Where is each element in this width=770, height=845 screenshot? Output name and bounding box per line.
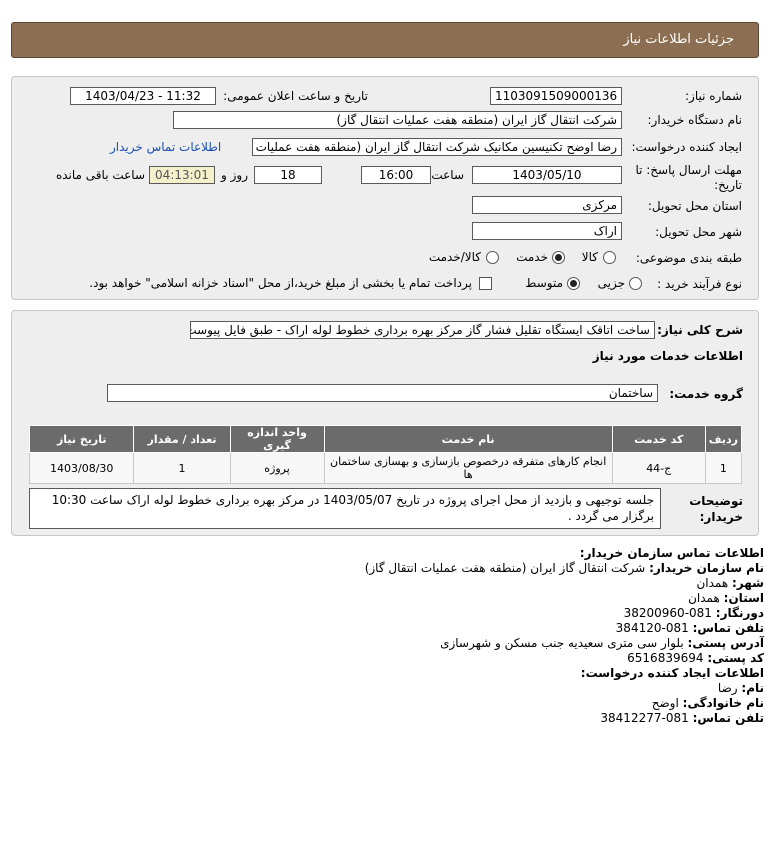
col-qty: تعداد / مقدار — [133, 425, 231, 453]
category-service-label: خدمت — [516, 250, 548, 264]
contact-address: آدرس پستی: بلوار سی متری سعیدیه جنب مسکن… — [440, 636, 764, 650]
days-and-label: روز و — [221, 168, 248, 182]
deadline-time-field[interactable]: 16:00 — [361, 166, 431, 184]
contact-province: استان: همدان — [688, 591, 764, 605]
col-row: ردیف — [704, 425, 743, 453]
deadline-date-field[interactable]: 1403/05/10 — [472, 166, 622, 184]
category-radio-goods[interactable] — [603, 251, 616, 264]
buyer-org-field[interactable]: شرکت انتقال گاز ایران (منطقه هفت عملیات … — [173, 111, 622, 129]
category-goods-service-label: کالا/خدمت — [428, 250, 481, 264]
deadline-time-label: ساعت — [431, 168, 464, 182]
cell-date: 1403/08/30 — [28, 452, 135, 484]
contact-phone: تلفن تماس: 081-384120 — [615, 621, 764, 635]
table-row[interactable]: 1 ج-44 انجام کارهای متفرقه درخصوص بازساز… — [28, 452, 743, 484]
creator-phone: تلفن تماس: 081-38412277 — [600, 711, 764, 725]
services-table: ردیف کد خدمت نام خدمت واحد اندازه گیری ت… — [28, 425, 743, 484]
need-number-field[interactable]: 1103091509000136 — [490, 87, 622, 105]
cell-unit: پروژه — [229, 452, 325, 484]
contact-buyer-name: نام سازمان خریدار: شرکت انتقال گاز ایران… — [364, 561, 764, 575]
category-radio-goods-service[interactable] — [486, 251, 499, 264]
city-field[interactable]: اراک — [472, 222, 622, 240]
category-goods-label: کالا — [581, 250, 598, 264]
contact-heading: اطلاعات تماس سازمان خریدار: — [579, 546, 764, 560]
buyer-notes-field[interactable]: جلسه توجیهی و بازدید از محل اجرای پروژه … — [29, 488, 661, 529]
buyer-notes-label-line1: توضیحات — [689, 494, 743, 508]
process-minor-label: جزیی — [597, 276, 625, 290]
province-field[interactable]: مرکزی — [472, 196, 622, 214]
remaining-time-field: 04:13:01 — [149, 166, 215, 184]
page-header: جزئیات اطلاعات نیاز — [11, 22, 759, 58]
col-code: کد خدمت — [611, 425, 706, 453]
service-group-field[interactable]: ساختمان — [107, 384, 658, 402]
table-header-row: ردیف کد خدمت نام خدمت واحد اندازه گیری ت… — [28, 425, 743, 453]
buyer-contact-link[interactable]: اطلاعات تماس خریدار — [110, 140, 221, 154]
cell-name: انجام کارهای متفرقه درخصوص بازسازی و بهس… — [323, 452, 613, 484]
cell-qty: 1 — [133, 452, 231, 484]
contact-city: شهر: همدان — [696, 576, 764, 590]
process-radio-minor[interactable] — [629, 277, 642, 290]
page-title: جزئیات اطلاعات نیاز — [623, 32, 734, 47]
process-medium-label: متوسط — [525, 276, 563, 290]
announce-datetime-field[interactable]: 1403/04/23 - 11:32 — [70, 87, 216, 105]
province-label: استان محل تحویل: — [647, 199, 742, 213]
creator-last-name: نام خانوادگی: اوضح — [651, 696, 764, 710]
category-label: طبقه بندی موضوعی: — [635, 251, 742, 265]
process-type-label: نوع فرآیند خرید : — [657, 277, 742, 291]
need-info-panel — [11, 76, 759, 300]
creator-label: ایجاد کننده درخواست: — [631, 140, 742, 154]
buyer-org-label: نام دستگاه خریدار: — [647, 113, 743, 127]
days-field[interactable]: 18 — [254, 166, 322, 184]
cell-code: ج-44 — [611, 452, 706, 484]
category-radio-service[interactable] — [552, 251, 565, 264]
need-number-label: شماره نیاز: — [685, 89, 742, 103]
contact-postal: کد پستی: 6516839694 — [627, 651, 764, 665]
buyer-notes-label-line2: خریدار: — [699, 510, 743, 524]
creator-heading: اطلاعات ایجاد کننده درخواست: — [580, 666, 764, 680]
announce-datetime-label: تاریخ و ساعت اعلان عمومی: — [223, 89, 368, 103]
col-date: تاریخ نیاز — [28, 425, 135, 453]
process-radio-medium[interactable] — [567, 277, 580, 290]
creator-field[interactable]: رضا اوضح تکنیسین مکانیک شرکت انتقال گاز … — [252, 138, 622, 156]
general-desc-label: شرح کلی نیاز: — [657, 323, 743, 337]
general-desc-field[interactable]: ساخت اتاقک ایستگاه تقلیل فشار گاز مرکز ب… — [190, 321, 655, 339]
cell-row: 1 — [704, 452, 743, 484]
service-group-label: گروه خدمت: — [669, 387, 743, 401]
creator-first-name: نام: رضا — [717, 681, 764, 695]
treasury-note: پرداخت تمام یا بخشی از مبلغ خرید،از محل … — [89, 276, 472, 290]
services-info-heading: اطلاعات خدمات مورد نیاز — [592, 349, 743, 363]
col-name: نام خدمت — [323, 425, 613, 453]
city-label: شهر محل تحویل: — [655, 225, 742, 239]
col-unit: واحد اندازه گیری — [229, 425, 325, 453]
contact-fax: دورنگار: 081-38200960 — [623, 606, 764, 620]
treasury-checkbox[interactable] — [479, 277, 492, 290]
deadline-label-line2: تاریخ: — [714, 178, 742, 192]
remaining-label: ساعت باقی مانده — [55, 168, 145, 182]
deadline-label-line1: مهلت ارسال پاسخ: تا — [635, 163, 742, 177]
